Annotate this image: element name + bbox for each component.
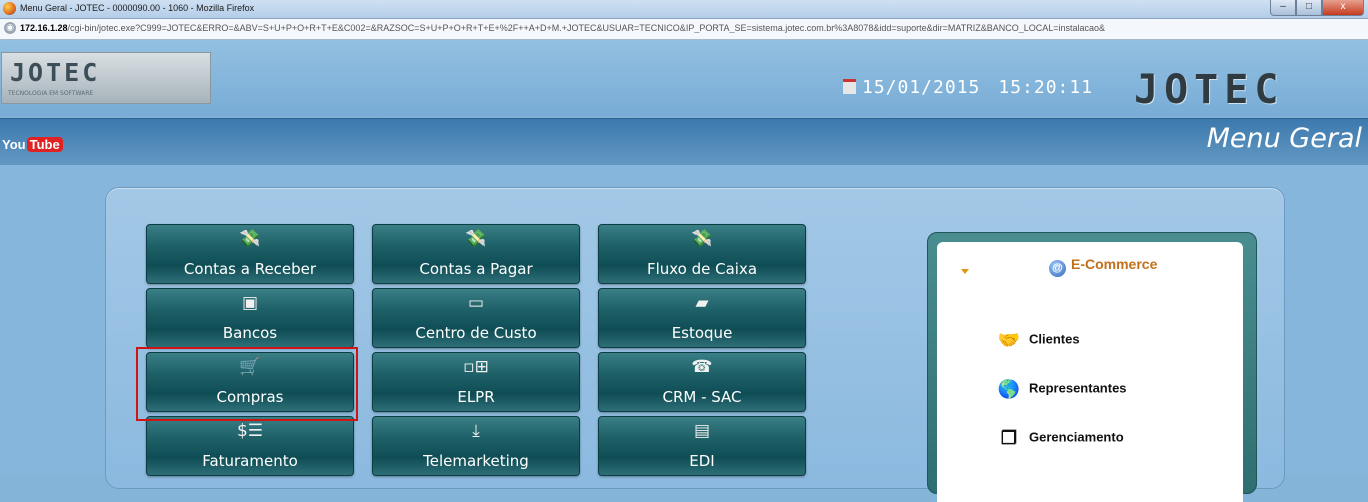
item-label: Representantes [1029, 380, 1127, 396]
document-icon: ▤ [693, 421, 711, 441]
ecommerce-item-clientes[interactable]: 🤝 Clientes [993, 328, 1080, 352]
date-time: 15/01/2015 15:20:11 [843, 77, 1093, 98]
handshake-icon: 🤝 [997, 330, 1021, 350]
brand-logo: JOTEC [1134, 67, 1285, 113]
module-label: Centro de Custo [415, 324, 537, 342]
module-label: Contas a Pagar [419, 260, 533, 278]
telephone-icon: ☎ [691, 357, 713, 377]
window-controls: – □ x [1270, 0, 1364, 16]
module-label: Bancos [222, 324, 278, 342]
nav-bar: You Tube Menu Geral [0, 118, 1368, 165]
ecommerce-title-text: E-Commerce [1071, 256, 1158, 272]
cash-register-icon: ▣ [241, 293, 259, 313]
money-hand-icon: 💸 [239, 229, 261, 249]
at-icon: @ [1049, 260, 1066, 277]
jotec-logo: JOTEC TECNOLOGIA EM SOFTWARE [1, 52, 211, 104]
module-estoque[interactable]: ▰ Estoque [598, 288, 806, 348]
close-button[interactable]: x [1322, 0, 1364, 16]
url-text[interactable]: 172.16.1.28/cgi-bin/jotec.exe?C999=JOTEC… [20, 23, 1360, 33]
page-title: Menu Geral [1206, 123, 1362, 154]
ecommerce-item-representantes[interactable]: 🌎 Representantes [993, 377, 1127, 401]
copy-icon: ❐ [1000, 428, 1018, 448]
ecommerce-title[interactable]: @ E-Commerce [1049, 256, 1157, 277]
window-title: Menu Geral - JOTEC - 0000090.00 - 1060 -… [20, 3, 255, 13]
address-bar[interactable]: ◉ 172.16.1.28/cgi-bin/jotec.exe?C999=JOT… [0, 19, 1368, 40]
network-icon: ▫⊞ [463, 357, 489, 377]
selection-highlight [136, 347, 358, 421]
youtube-you: You [2, 137, 26, 152]
module-label: Estoque [671, 324, 733, 342]
date-text: 15/01/2015 [862, 77, 981, 98]
firefox-icon [3, 2, 16, 15]
module-bancos[interactable]: ▣ Bancos [146, 288, 354, 348]
box-icon: ▰ [695, 293, 709, 313]
module-crm-sac[interactable]: ☎ CRM - SAC [598, 352, 806, 412]
module-elpr[interactable]: ▫⊞ ELPR [372, 352, 580, 412]
module-contas-a-pagar[interactable]: 💸 Contas a Pagar [372, 224, 580, 284]
url-host: 172.16.1.28 [20, 23, 68, 33]
calendar-icon [843, 79, 856, 94]
module-label: Fluxo de Caixa [646, 260, 758, 278]
youtube-tube: Tube [26, 137, 63, 152]
module-edi[interactable]: ▤ EDI [598, 416, 806, 476]
maximize-button[interactable]: □ [1296, 0, 1322, 16]
logo-subtitle: TECNOLOGIA EM SOFTWARE [8, 90, 94, 97]
phone-hand-icon: ⤓ [472, 421, 480, 441]
module-label: Telemarketing [423, 452, 529, 470]
item-label: Gerenciamento [1029, 429, 1124, 445]
invoice-icon: $☰ [236, 421, 264, 441]
module-label: Faturamento [202, 452, 298, 470]
ecommerce-item-gerenciamento[interactable]: ❐ Gerenciamento [993, 426, 1124, 450]
module-centro-de-custo[interactable]: ▭ Centro de Custo [372, 288, 580, 348]
ecommerce-panel: @ E-Commerce 🤝 Clientes 🌎 Representantes ❐ G… [927, 232, 1257, 502]
minimize-button[interactable]: – [1270, 0, 1296, 16]
site-identity-icon[interactable]: ◉ [4, 22, 16, 34]
module-label: EDI [689, 452, 715, 470]
window-titlebar: Menu Geral - JOTEC - 0000090.00 - 1060 -… [0, 0, 1368, 19]
module-label: CRM - SAC [662, 388, 742, 406]
money-hand-icon: 💸 [691, 229, 713, 249]
module-label: Contas a Receber [183, 260, 317, 278]
url-path: /cgi-bin/jotec.exe?C999=JOTEC&ERRO=&ABV=… [67, 23, 1106, 33]
module-telemarketing[interactable]: ⤓ Telemarketing [372, 416, 580, 476]
module-faturamento[interactable]: $☰ Faturamento [146, 416, 354, 476]
app-header: JOTEC TECNOLOGIA EM SOFTWARE 15/01/2015 1… [0, 40, 1368, 117]
money-hand-icon: 💸 [465, 229, 487, 249]
collapse-arrow-icon[interactable] [961, 269, 969, 274]
module-fluxo-de-caixa[interactable]: 💸 Fluxo de Caixa [598, 224, 806, 284]
module-contas-a-receber[interactable]: 💸 Contas a Receber [146, 224, 354, 284]
logo-text: JOTEC [10, 58, 101, 87]
folder-icon: ▭ [467, 293, 485, 313]
globe-icon: 🌎 [997, 379, 1021, 399]
time-text: 15:20:11 [998, 77, 1094, 98]
item-label: Clientes [1029, 331, 1080, 347]
module-label: ELPR [457, 388, 495, 406]
youtube-link[interactable]: You Tube [2, 137, 63, 152]
ecommerce-content: @ E-Commerce 🤝 Clientes 🌎 Representantes ❐ G… [937, 242, 1243, 502]
